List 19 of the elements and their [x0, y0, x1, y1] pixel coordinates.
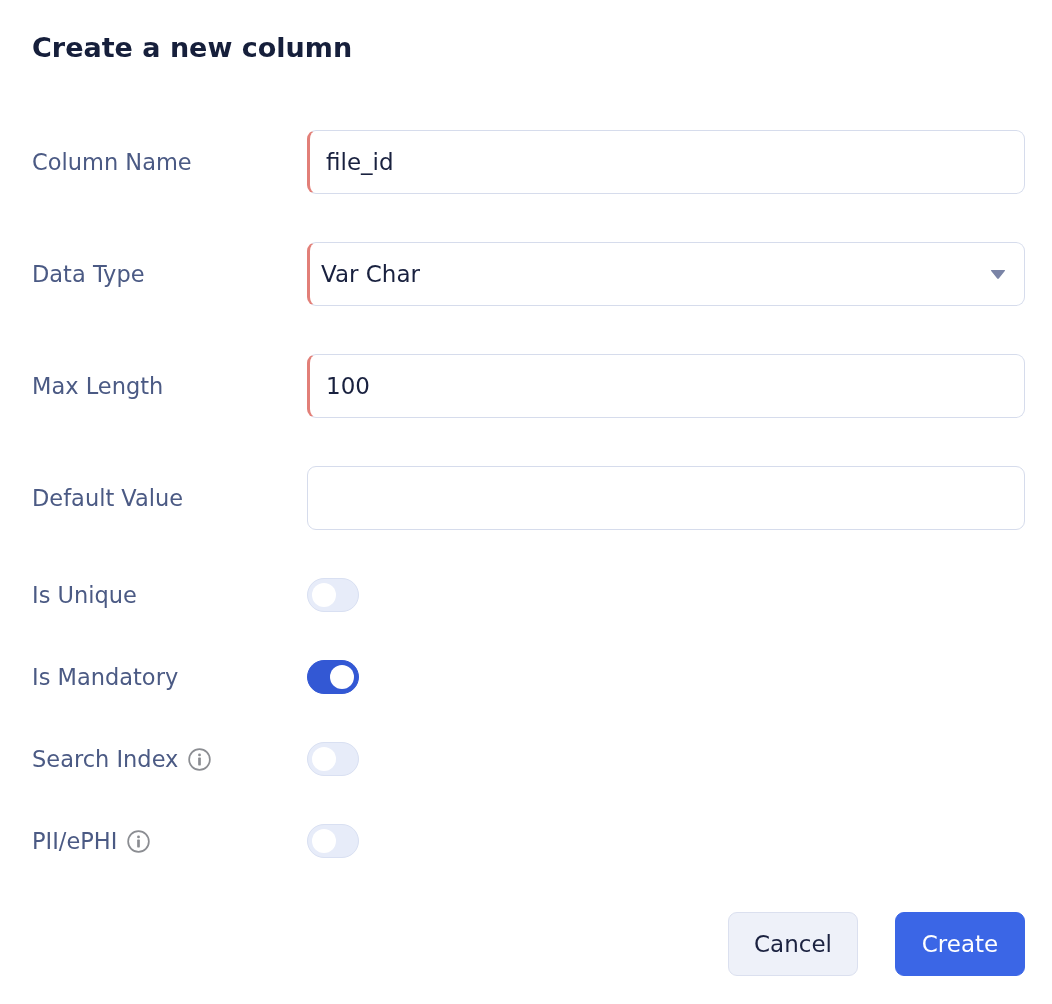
toggle-label: Is Unique: [32, 581, 137, 610]
text-input-field[interactable]: [307, 466, 1025, 530]
info-icon[interactable]: [188, 747, 212, 771]
caret-icon: [990, 268, 1006, 280]
field-label: Column Name: [32, 148, 192, 177]
text-input-field[interactable]: file_id: [307, 130, 1025, 194]
cancel-button[interactable]: Cancel: [728, 912, 858, 976]
field-label: Data Type: [32, 260, 145, 289]
dropdown-field[interactable]: Var Char: [307, 242, 1025, 306]
text-input-field[interactable]: 100: [307, 354, 1025, 418]
toggle-label: PII/ePHI: [32, 827, 118, 856]
toggle-label: Is Mandatory: [32, 663, 179, 692]
create-button[interactable]: Create: [895, 912, 1025, 976]
dialog-title: Create a new column: [32, 31, 353, 65]
field-label: Default Value: [32, 484, 184, 513]
toggle-label: Search Index: [32, 745, 179, 774]
info-icon[interactable]: [127, 829, 151, 853]
field-label: Max Length: [32, 372, 164, 401]
toggle-switch[interactable]: [307, 660, 359, 694]
